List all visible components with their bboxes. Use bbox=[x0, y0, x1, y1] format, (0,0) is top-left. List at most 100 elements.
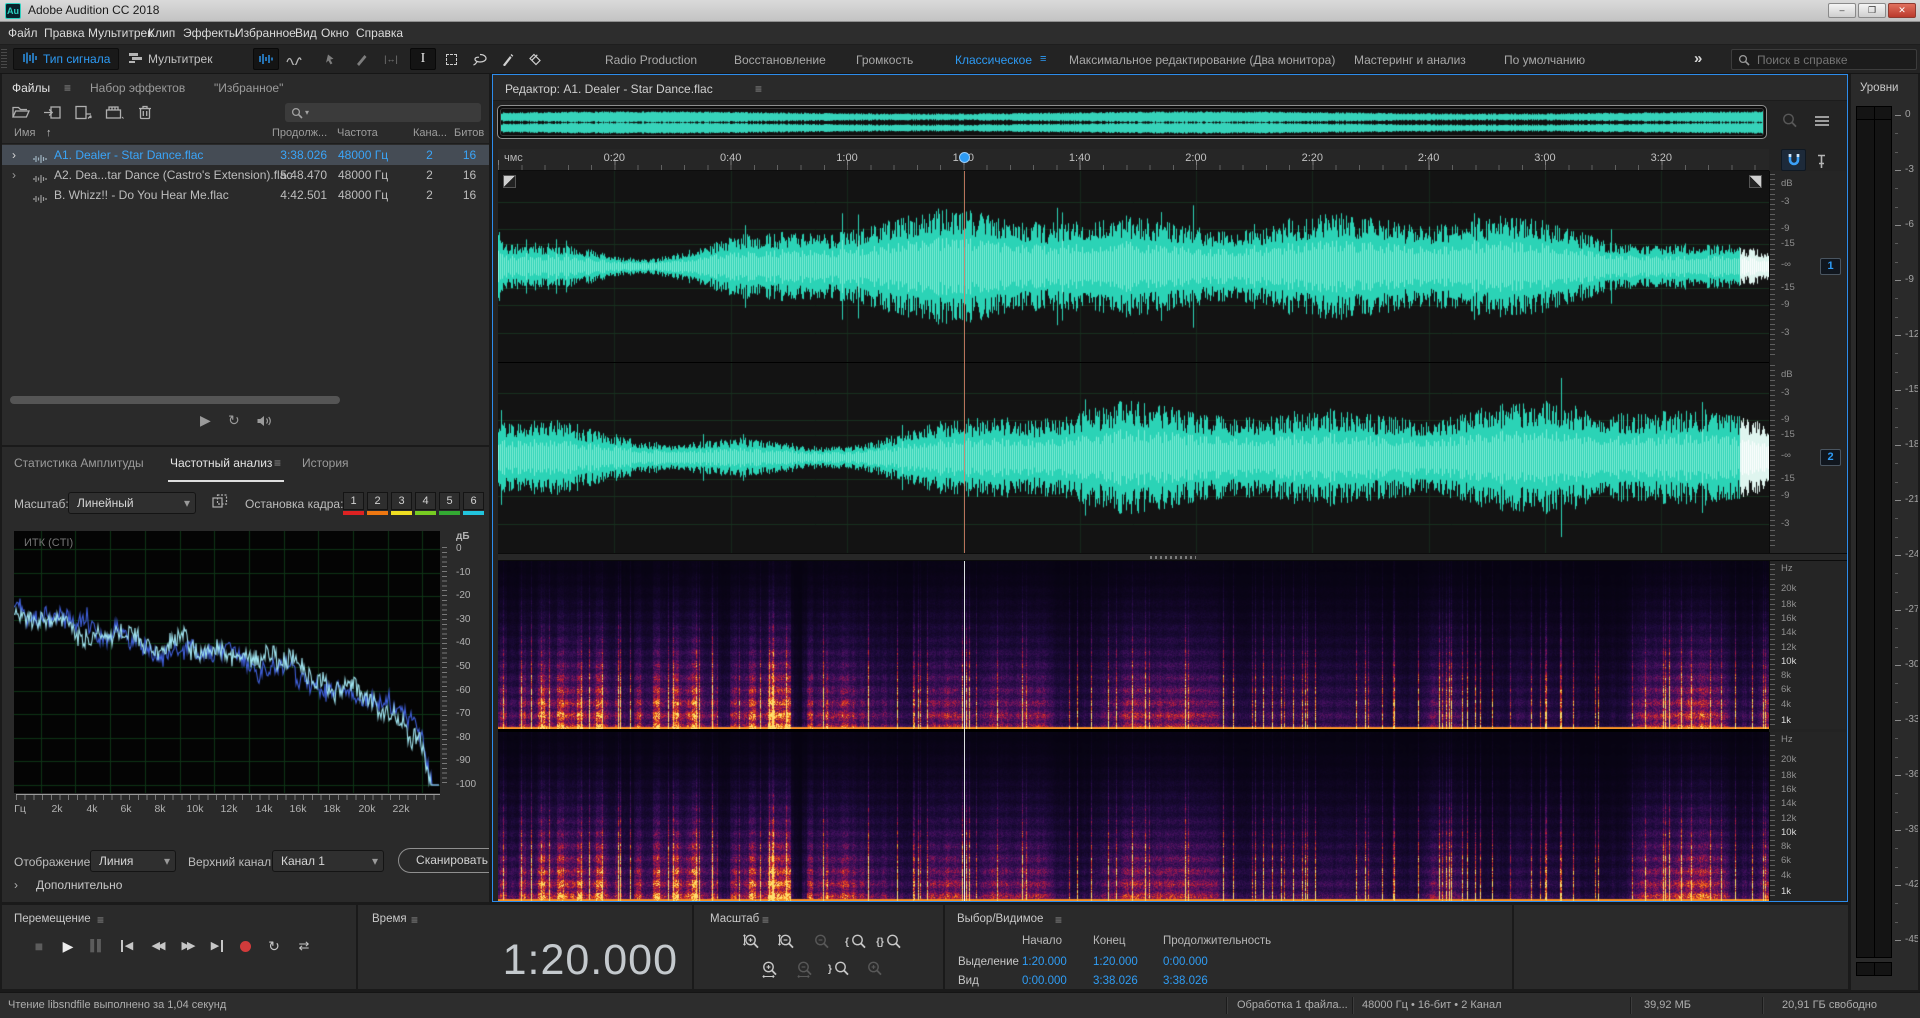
selection-end-value[interactable]: 1:20.000 bbox=[1093, 956, 1138, 968]
rewind-button[interactable]: ◀◀ bbox=[144, 936, 170, 956]
skip-selection-button[interactable]: ⇄ bbox=[291, 936, 317, 956]
freeze-button-5[interactable]: 5 bbox=[439, 492, 460, 515]
close-button[interactable]: ✕ bbox=[1888, 3, 1916, 18]
zoom-out-amplitude-button[interactable] bbox=[771, 931, 803, 953]
amplitude-ruler-2[interactable]: 2 dB -3 -9 -15 -∞ -15 -9 -3 bbox=[1769, 362, 1846, 553]
paintbrush-selection-tool-button[interactable] bbox=[494, 48, 520, 70]
selection-duration-value[interactable]: 0:00.000 bbox=[1163, 956, 1208, 968]
play-button[interactable]: ▶ bbox=[55, 936, 81, 956]
menu-help[interactable]: Справка bbox=[356, 22, 403, 45]
time-selection-tool-button[interactable]: |↔| bbox=[378, 48, 404, 70]
file-row[interactable]: › A1. Dealer - Star Dance.flac 3:38.026 … bbox=[2, 145, 489, 165]
minimize-button[interactable]: – bbox=[1828, 3, 1856, 18]
view-start-value[interactable]: 0:00.000 bbox=[1022, 975, 1067, 987]
advanced-expander[interactable]: Дополнительно bbox=[36, 878, 122, 892]
copy-graph-button[interactable] bbox=[212, 494, 229, 514]
files-panel-menu-icon[interactable]: ≡ bbox=[64, 81, 71, 95]
channel-1-badge[interactable]: 1 bbox=[1820, 258, 1841, 275]
import-file-button[interactable] bbox=[39, 102, 65, 122]
menu-window[interactable]: Окно bbox=[321, 22, 349, 45]
tab-effects-rack[interactable]: Набор эффектов bbox=[90, 81, 185, 95]
menu-edit[interactable]: Правка bbox=[44, 22, 85, 45]
display-select[interactable]: Линия ▾ bbox=[90, 850, 176, 872]
waveform-channel-1[interactable] bbox=[498, 171, 1769, 362]
workspace-menu-icon[interactable]: ≡ bbox=[1040, 53, 1046, 65]
scale-select[interactable]: Линейный ▾ bbox=[68, 492, 196, 514]
zoom-to-selection-out-point-button[interactable]: } bbox=[824, 958, 856, 980]
expander-icon[interactable]: › bbox=[12, 165, 16, 185]
menu-view[interactable]: Вид bbox=[295, 22, 317, 45]
editor-panel-menu-icon[interactable]: ≡ bbox=[755, 82, 762, 96]
freeze-button-2[interactable]: 2 bbox=[367, 492, 388, 515]
frequency-ruler-1[interactable]: Hz 20k 18k 16k 14k 12k 10k 8k 6k 4k 1k bbox=[1769, 561, 1846, 729]
tab-files[interactable]: Файлы bbox=[12, 81, 50, 95]
record-button[interactable] bbox=[240, 941, 251, 952]
toolbar-grip-handle[interactable] bbox=[1, 49, 7, 69]
selection-start-value[interactable]: 1:20.000 bbox=[1022, 956, 1067, 968]
freeze-button-6[interactable]: 6 bbox=[463, 492, 484, 515]
lasso-selection-tool-button[interactable] bbox=[466, 48, 492, 70]
stats-panel-menu-icon[interactable]: ≡ bbox=[274, 456, 281, 470]
edit-corner-left-icon[interactable] bbox=[503, 175, 516, 188]
open-folder-button[interactable] bbox=[8, 102, 34, 122]
freeze-button-3[interactable]: 3 bbox=[391, 492, 412, 515]
media-browser-button[interactable] bbox=[101, 102, 127, 122]
file-row[interactable]: B. Whizz!! - Do You Hear Me.flac 4:42.50… bbox=[2, 185, 489, 205]
help-search-input[interactable] bbox=[1755, 51, 1905, 68]
menu-file[interactable]: Файл bbox=[8, 22, 38, 45]
stop-button[interactable]: ■ bbox=[26, 936, 52, 956]
workspace-tab-classic[interactable]: Классическое bbox=[955, 53, 1032, 67]
expander-icon[interactable]: › bbox=[12, 145, 16, 165]
preview-volume-button[interactable] bbox=[256, 414, 272, 433]
files-search-box[interactable]: ▾ bbox=[285, 103, 481, 122]
zoom-in-point-button[interactable] bbox=[859, 958, 891, 980]
waveform-channel-2[interactable] bbox=[498, 362, 1769, 553]
column-header-name[interactable]: Имя bbox=[14, 127, 35, 143]
selection-panel-menu-icon[interactable]: ≡ bbox=[1055, 913, 1062, 927]
menu-effects[interactable]: Эффекты bbox=[183, 22, 238, 45]
frequency-ruler-2[interactable]: Hz 20k 18k 16k 14k 12k 10k 8k 6k 4k 1k bbox=[1769, 732, 1846, 901]
workspace-tab-default[interactable]: По умолчанию bbox=[1504, 53, 1585, 67]
menu-favorites[interactable]: Избранное bbox=[235, 22, 296, 45]
fast-forward-button[interactable]: ▶▶ bbox=[174, 936, 200, 956]
zoom-out-full-button[interactable] bbox=[806, 931, 838, 953]
amplitude-ruler-1[interactable]: 1 dB -3 -9 -15 -∞ -15 -9 -3 bbox=[1769, 171, 1846, 362]
column-header-channels[interactable]: Кана... bbox=[413, 127, 447, 143]
overview-navigator[interactable] bbox=[497, 105, 1767, 139]
playhead-handle[interactable] bbox=[959, 152, 970, 163]
tab-history[interactable]: История bbox=[302, 456, 349, 470]
freeze-button-4[interactable]: 4 bbox=[415, 492, 436, 515]
edit-corner-right-icon[interactable] bbox=[1749, 175, 1762, 188]
pause-button[interactable]: ▌▌ bbox=[84, 936, 110, 956]
channel-2-badge[interactable]: 2 bbox=[1820, 449, 1841, 466]
ibeam-tool-button[interactable]: I bbox=[410, 48, 436, 70]
spectrogram-channel-1[interactable] bbox=[498, 561, 1769, 729]
waveform-editor-button[interactable]: Тип сигнала bbox=[13, 48, 120, 70]
advanced-expander-icon[interactable]: › bbox=[14, 878, 18, 892]
menu-multitrack[interactable]: Мультитрек bbox=[88, 22, 152, 45]
tab-favorites[interactable]: "Избранное" bbox=[214, 81, 283, 95]
show-waveform-button[interactable] bbox=[253, 48, 279, 70]
new-file-button[interactable] bbox=[70, 102, 96, 122]
frequency-graph[interactable] bbox=[14, 531, 440, 793]
loop-playback-button[interactable]: ↻ bbox=[261, 936, 287, 956]
time-panel-menu-icon[interactable]: ≡ bbox=[411, 913, 418, 927]
timeline-ruler[interactable]: чмс 0:200:401:001:201:402:002:202:403:00… bbox=[498, 149, 1769, 171]
maximize-button[interactable]: ❐ bbox=[1858, 3, 1886, 18]
workspace-tab-loudness[interactable]: Громкость bbox=[856, 53, 913, 67]
preview-play-button[interactable]: ▶ bbox=[200, 412, 211, 429]
multitrack-editor-button[interactable]: Мультитрек bbox=[120, 48, 220, 70]
transport-panel-menu-icon[interactable]: ≡ bbox=[97, 913, 104, 927]
spectrogram-channel-2[interactable] bbox=[498, 732, 1769, 901]
marquee-selection-tool-button[interactable] bbox=[438, 48, 464, 70]
menu-clip[interactable]: Клип bbox=[148, 22, 175, 45]
tab-frequency-analysis[interactable]: Частотный анализ bbox=[170, 456, 272, 470]
tab-amplitude-statistics[interactable]: Статистика Амплитуды bbox=[14, 456, 144, 470]
horizontal-scrollbar[interactable] bbox=[10, 396, 340, 404]
slip-tool-button[interactable] bbox=[348, 48, 374, 70]
column-header-bitdepth[interactable]: Битов bbox=[454, 127, 484, 143]
toolbar-overflow-button[interactable]: » bbox=[1694, 50, 1702, 67]
zoom-to-selection-in-point-button[interactable]: { bbox=[841, 931, 873, 953]
preview-loop-button[interactable]: ↻ bbox=[228, 412, 240, 429]
workspace-tab-mastering[interactable]: Мастеринг и анализ bbox=[1354, 53, 1466, 67]
